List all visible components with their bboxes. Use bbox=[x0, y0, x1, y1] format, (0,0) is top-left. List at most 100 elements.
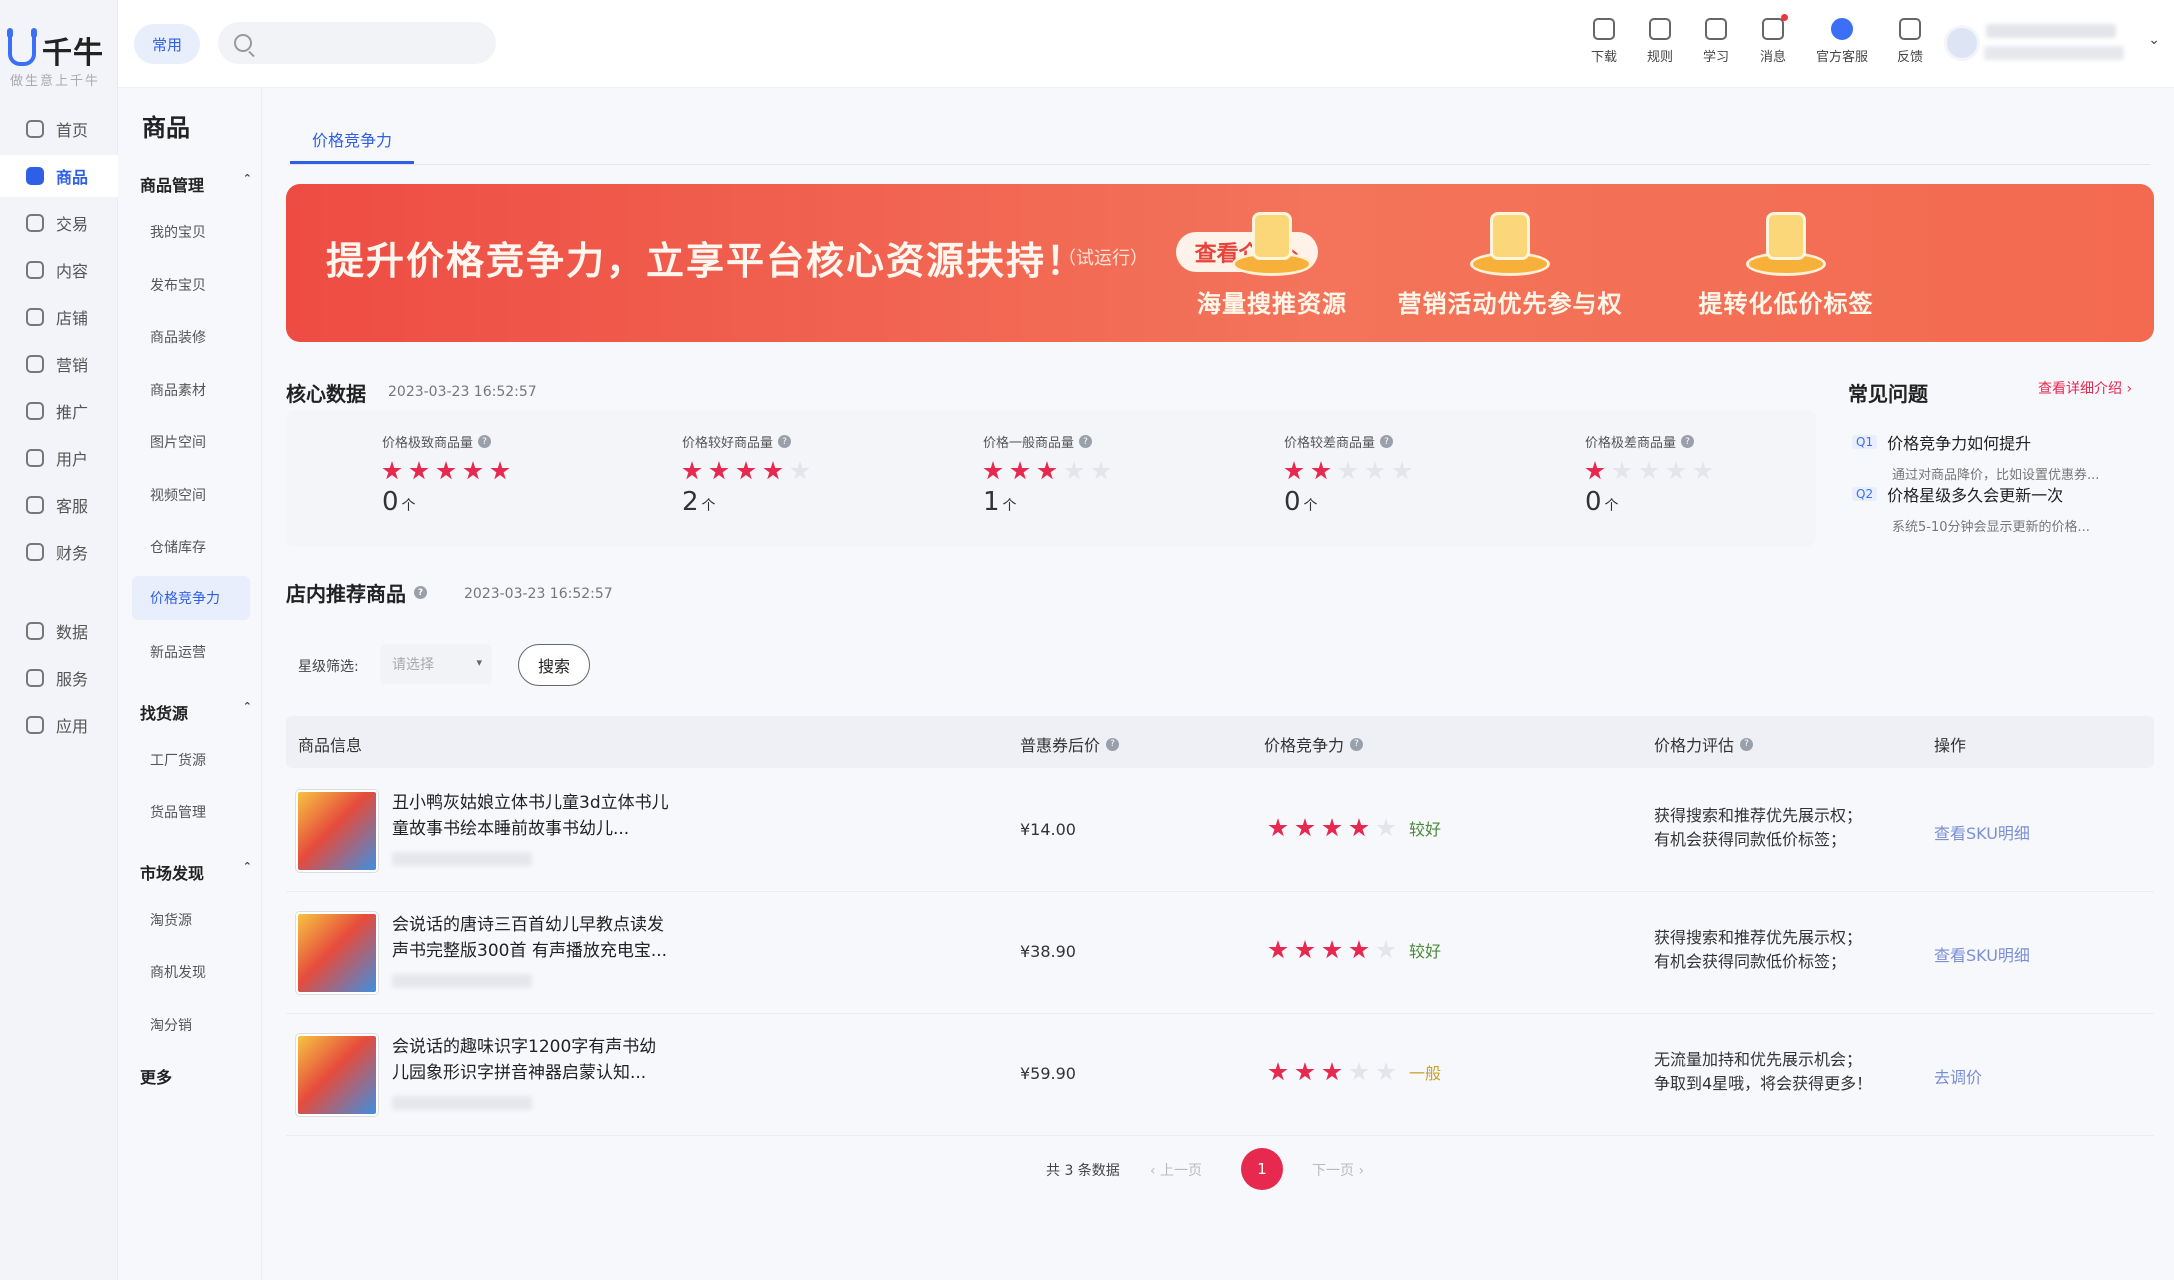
subnav-item[interactable]: 淘货源 bbox=[150, 910, 192, 930]
product-thumbnail[interactable] bbox=[296, 1034, 378, 1116]
faq-detail-link[interactable]: 查看详细介绍 › bbox=[2038, 378, 2132, 398]
toolbar-message[interactable]: 消息 bbox=[1743, 14, 1803, 65]
rail-item-0[interactable]: 首页 bbox=[0, 108, 118, 150]
help-icon[interactable]: ? bbox=[778, 435, 792, 448]
subnav-group-1[interactable]: 找货源 ⌃ bbox=[140, 700, 252, 724]
star-icon bbox=[1322, 940, 1342, 959]
next-page-button[interactable]: 下一页 › bbox=[1312, 1160, 1364, 1180]
subnav-item[interactable]: 商品装修 bbox=[150, 327, 206, 347]
table-header-0: 商品信息 bbox=[298, 732, 362, 756]
table-header-2: 价格竞争力? bbox=[1264, 732, 1364, 756]
row-action-link[interactable]: 查看SKU明细 bbox=[1934, 942, 2030, 966]
subnav-item[interactable]: 仓储库存 bbox=[150, 537, 206, 557]
subnav-group-2[interactable]: 市场发现 ⌃ bbox=[140, 860, 252, 884]
toolbar-official-service[interactable]: 官方客服 bbox=[1812, 18, 1872, 65]
user-icon bbox=[26, 449, 44, 467]
logo[interactable]: 千牛 bbox=[7, 28, 104, 72]
rail-item-11[interactable]: 服务 bbox=[0, 657, 118, 699]
metric-stars bbox=[983, 461, 1263, 481]
subnav-item[interactable]: 价格竞争力 bbox=[132, 575, 250, 620]
star-icon bbox=[736, 461, 756, 480]
subnav-more[interactable]: 更多 bbox=[140, 1064, 252, 1088]
prev-page-button[interactable]: ‹ 上一页 bbox=[1150, 1160, 1202, 1180]
rail-item-12[interactable]: 应用 bbox=[0, 704, 118, 746]
tab-price-competitiveness[interactable]: 价格竞争力 bbox=[290, 116, 414, 164]
rail-item-label: 内容 bbox=[56, 262, 89, 281]
help-icon[interactable]: ? bbox=[1106, 737, 1120, 751]
product-thumbnail[interactable] bbox=[296, 790, 378, 872]
star-filter-select[interactable]: 请选择 ▾ bbox=[380, 644, 492, 684]
content-icon bbox=[26, 261, 44, 279]
row-action-link[interactable]: 查看SKU明细 bbox=[1934, 820, 2030, 844]
app-root: 千牛 做生意上千牛 首页 商品 交易 内容 店铺 营销 推广 用户 客服 财务 数据 服务 应用 商品 … bbox=[0, 0, 2174, 1280]
faq-question-1[interactable]: Q2 价格星级多久会更新一次 bbox=[1852, 482, 2063, 506]
frequent-chip[interactable]: 常用 bbox=[134, 24, 200, 64]
metric-label-wrap: 价格较差商品量? bbox=[1284, 432, 1564, 451]
subnav-item[interactable]: 工厂货源 bbox=[150, 750, 206, 770]
rail-item-8[interactable]: 客服 bbox=[0, 484, 118, 526]
subnav-item[interactable]: 新品运营 bbox=[150, 642, 206, 662]
subnav-item[interactable]: 我的宝贝 bbox=[150, 222, 206, 242]
star-icon bbox=[1295, 818, 1315, 837]
toolbar-rules[interactable]: 规则 bbox=[1630, 18, 1690, 65]
recommend-title: 店内推荐商品 bbox=[286, 582, 406, 606]
metric-label: 价格一般商品量 bbox=[983, 436, 1075, 451]
rail-item-10[interactable]: 数据 bbox=[0, 610, 118, 652]
help-icon[interactable]: ? bbox=[1380, 435, 1394, 448]
product-thumbnail[interactable] bbox=[296, 912, 378, 994]
chevron-down-icon[interactable]: ⌄ bbox=[2148, 32, 2160, 48]
avatar[interactable] bbox=[1944, 25, 1980, 61]
search-input[interactable] bbox=[218, 22, 496, 64]
rail-item-5[interactable]: 营销 bbox=[0, 343, 118, 385]
subnav-item[interactable]: 商机发现 bbox=[150, 962, 206, 982]
competitiveness-level: 一般 bbox=[1409, 1064, 1442, 1083]
promo-banner[interactable]: 提升价格竞争力，立享平台核心资源扶持！ （试运行） 查看介绍 › 海量搜推资源营… bbox=[286, 184, 2154, 342]
product-name[interactable]: 会说话的唐诗三百首幼儿早教点读发声书完整版300首 有声播放充电宝... bbox=[392, 912, 672, 964]
product-id-redacted bbox=[392, 1096, 532, 1110]
subnav-item[interactable]: 发布宝贝 bbox=[150, 275, 206, 295]
rail-item-9[interactable]: 财务 bbox=[0, 531, 118, 573]
subnav-item[interactable]: 货品管理 bbox=[150, 802, 206, 822]
subnav-item[interactable]: 淘分销 bbox=[150, 1015, 192, 1035]
help-icon[interactable]: ? bbox=[1681, 435, 1695, 448]
metric-value-wrap: 1个 bbox=[983, 487, 1263, 517]
metric-unit: 个 bbox=[701, 498, 716, 514]
rail-item-7[interactable]: 用户 bbox=[0, 437, 118, 479]
rail-item-3[interactable]: 内容 bbox=[0, 249, 118, 291]
faq-question-text: 价格星级多久会更新一次 bbox=[1887, 486, 2064, 505]
faq-question-text: 价格竞争力如何提升 bbox=[1887, 434, 2032, 453]
product-name[interactable]: 丑小鸭灰姑娘立体书儿童3d立体书儿童故事书绘本睡前故事书幼儿... bbox=[392, 790, 672, 842]
metric-1: 价格较好商品量? 2 个 bbox=[682, 432, 962, 517]
help-icon[interactable]: ? bbox=[478, 435, 492, 448]
star-icon bbox=[436, 461, 456, 480]
product-name[interactable]: 会说话的趣味识字1200字有声书幼儿园象形识字拼音神器启蒙认知... bbox=[392, 1034, 672, 1086]
toolbar-learn[interactable]: 学习 bbox=[1686, 18, 1746, 65]
subnav-item[interactable]: 图片空间 bbox=[150, 432, 206, 452]
subnav-item[interactable]: 视频空间 bbox=[150, 485, 206, 505]
toolbar-label: 反馈 bbox=[1896, 50, 1923, 65]
faq-title: 常见问题 bbox=[1848, 382, 1928, 406]
metric-value: 1 bbox=[983, 487, 1000, 517]
help-icon[interactable]: ? bbox=[1740, 737, 1754, 751]
metric-4: 价格极差商品量? 0 个 bbox=[1585, 432, 1865, 517]
core-data-title: 核心数据 bbox=[286, 382, 366, 406]
rail-item-2[interactable]: 交易 bbox=[0, 202, 118, 244]
help-icon[interactable]: ? bbox=[1079, 435, 1093, 448]
subnav-item[interactable]: 商品素材 bbox=[150, 380, 206, 400]
faq-question-0[interactable]: Q1 价格竞争力如何提升 bbox=[1852, 430, 2031, 454]
rail-item-4[interactable]: 店铺 bbox=[0, 296, 118, 338]
help-icon[interactable]: ? bbox=[414, 586, 427, 599]
price-evaluation: 获得搜索和推荐优先展示权； 有机会获得同款低价标签； bbox=[1654, 804, 1914, 852]
toolbar-download[interactable]: 下载 bbox=[1574, 18, 1634, 65]
search-button[interactable]: 搜索 bbox=[518, 644, 590, 686]
star-icon bbox=[1349, 940, 1369, 959]
podium-object bbox=[1252, 212, 1292, 260]
rail-item-6[interactable]: 推广 bbox=[0, 390, 118, 432]
star-icon bbox=[763, 461, 783, 480]
subnav-group-0[interactable]: 商品管理 ⌃ bbox=[140, 172, 252, 196]
help-icon[interactable]: ? bbox=[1350, 737, 1364, 751]
toolbar-feedback[interactable]: 反馈 bbox=[1880, 18, 1940, 65]
page-1-button[interactable]: 1 bbox=[1241, 1148, 1283, 1190]
row-action-link[interactable]: 去调价 bbox=[1934, 1064, 1982, 1088]
rail-item-1[interactable]: 商品 bbox=[0, 155, 118, 197]
